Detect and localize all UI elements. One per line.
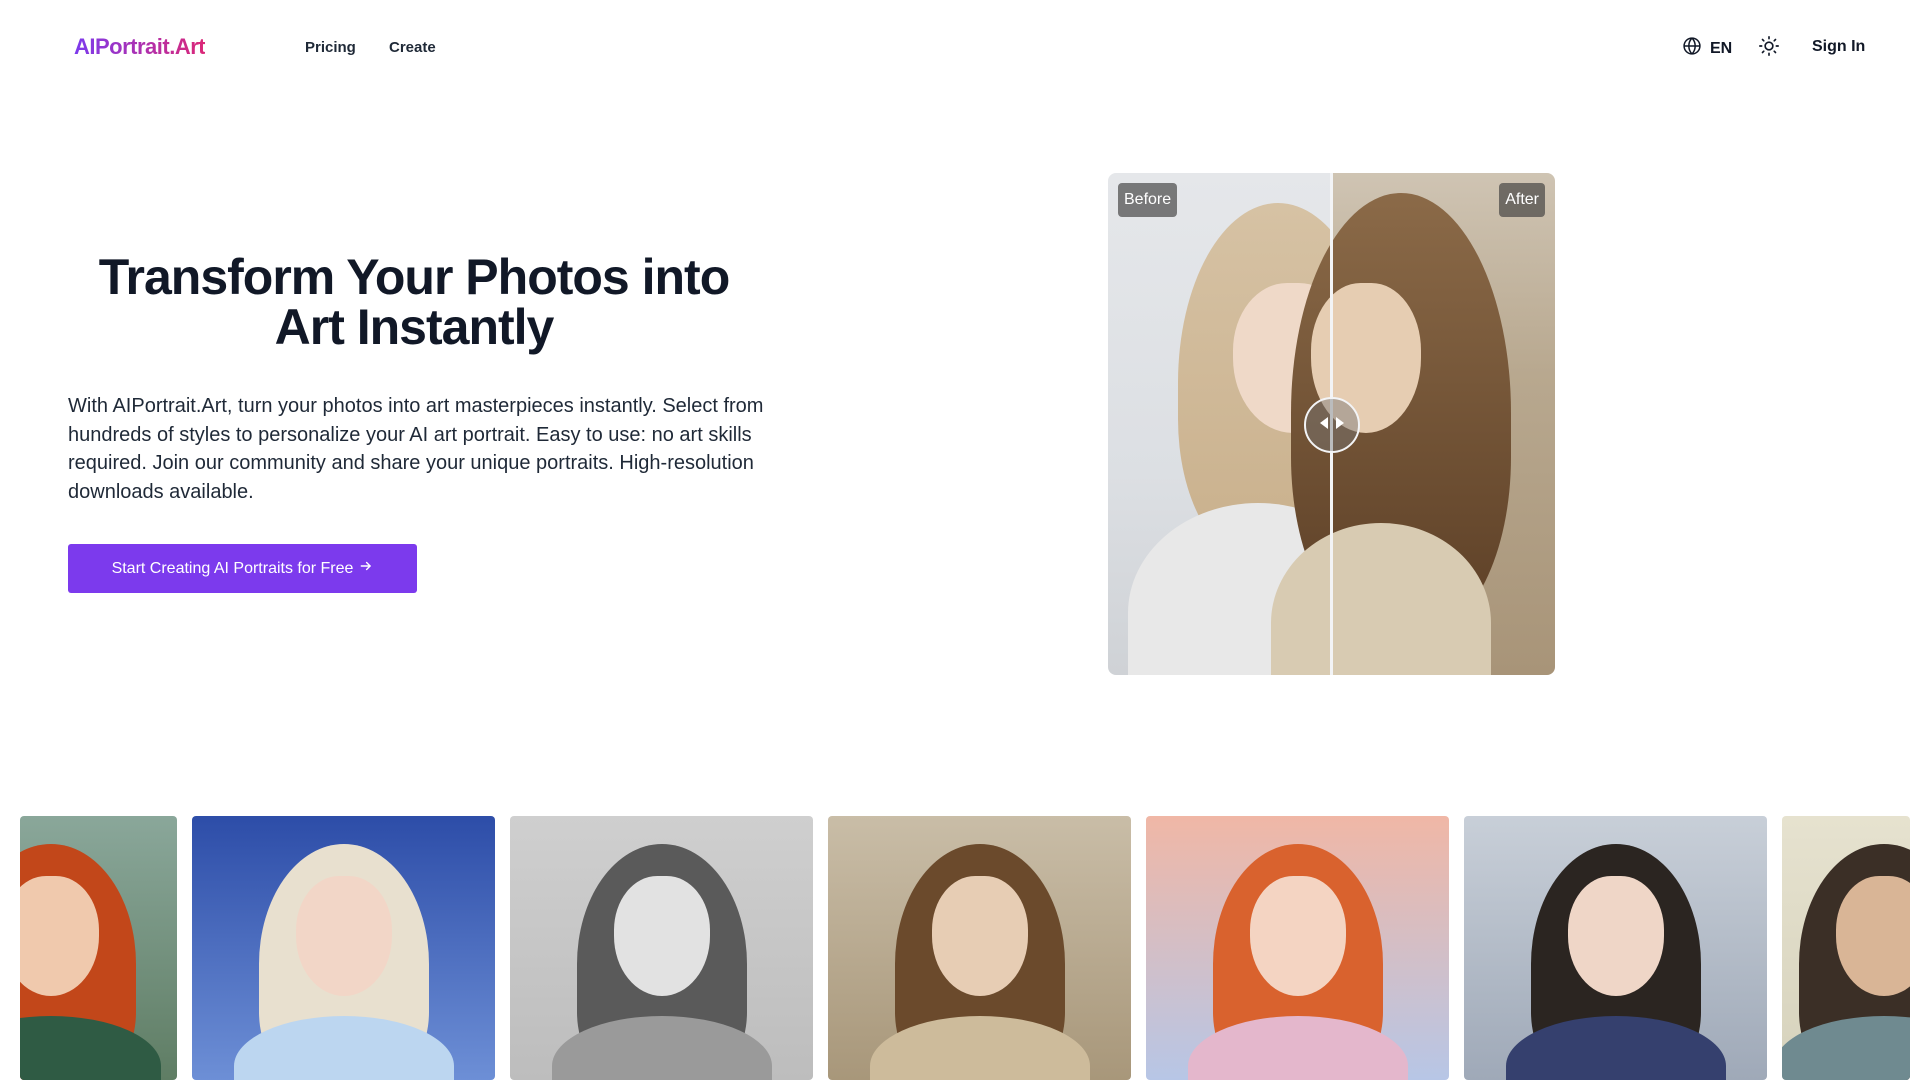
before-label: Before xyxy=(1118,183,1178,217)
before-after-comparison[interactable]: Before After xyxy=(1108,173,1555,675)
language-selector[interactable]: EN xyxy=(1682,36,1732,61)
site-logo[interactable]: AIPortrait.Art xyxy=(74,34,206,60)
sign-in-link[interactable]: Sign In xyxy=(1812,38,1865,56)
start-creating-button[interactable]: Start Creating AI Portraits for Free xyxy=(68,544,417,593)
comparison-handle[interactable] xyxy=(1304,397,1360,453)
gallery-item-pencil-sketch[interactable] xyxy=(510,816,813,1080)
portrait-gallery xyxy=(0,816,1920,1080)
theme-toggle-button[interactable] xyxy=(1757,35,1781,62)
globe-icon xyxy=(1682,36,1702,61)
sun-icon xyxy=(1758,35,1780,62)
gallery-item-male-portrait[interactable] xyxy=(1782,816,1910,1080)
language-label: EN xyxy=(1710,39,1733,57)
after-image xyxy=(1271,173,1555,675)
left-right-arrows-icon xyxy=(1316,415,1348,436)
gallery-item-ice-princess[interactable] xyxy=(192,816,495,1080)
gallery-item-watercolor-cathedral[interactable] xyxy=(1464,816,1767,1080)
hero-title: Transform Your Photos into Art Instantly xyxy=(98,249,731,355)
nav-pricing[interactable]: Pricing xyxy=(305,39,356,56)
gallery-item-watercolor-harbor[interactable] xyxy=(1146,816,1449,1080)
arrow-right-icon xyxy=(359,559,373,578)
site-header: AIPortrait.Art Pricing Create EN Sign In xyxy=(0,0,1920,96)
after-label: After xyxy=(1499,183,1545,217)
nav-create[interactable]: Create xyxy=(389,39,436,56)
hero-description: With AIPortrait.Art, turn your photos in… xyxy=(68,395,764,503)
gallery-item-vintage-painting[interactable] xyxy=(828,816,1131,1080)
cta-label: Start Creating AI Portraits for Free xyxy=(111,559,354,577)
gallery-item-animated[interactable] xyxy=(20,816,177,1080)
